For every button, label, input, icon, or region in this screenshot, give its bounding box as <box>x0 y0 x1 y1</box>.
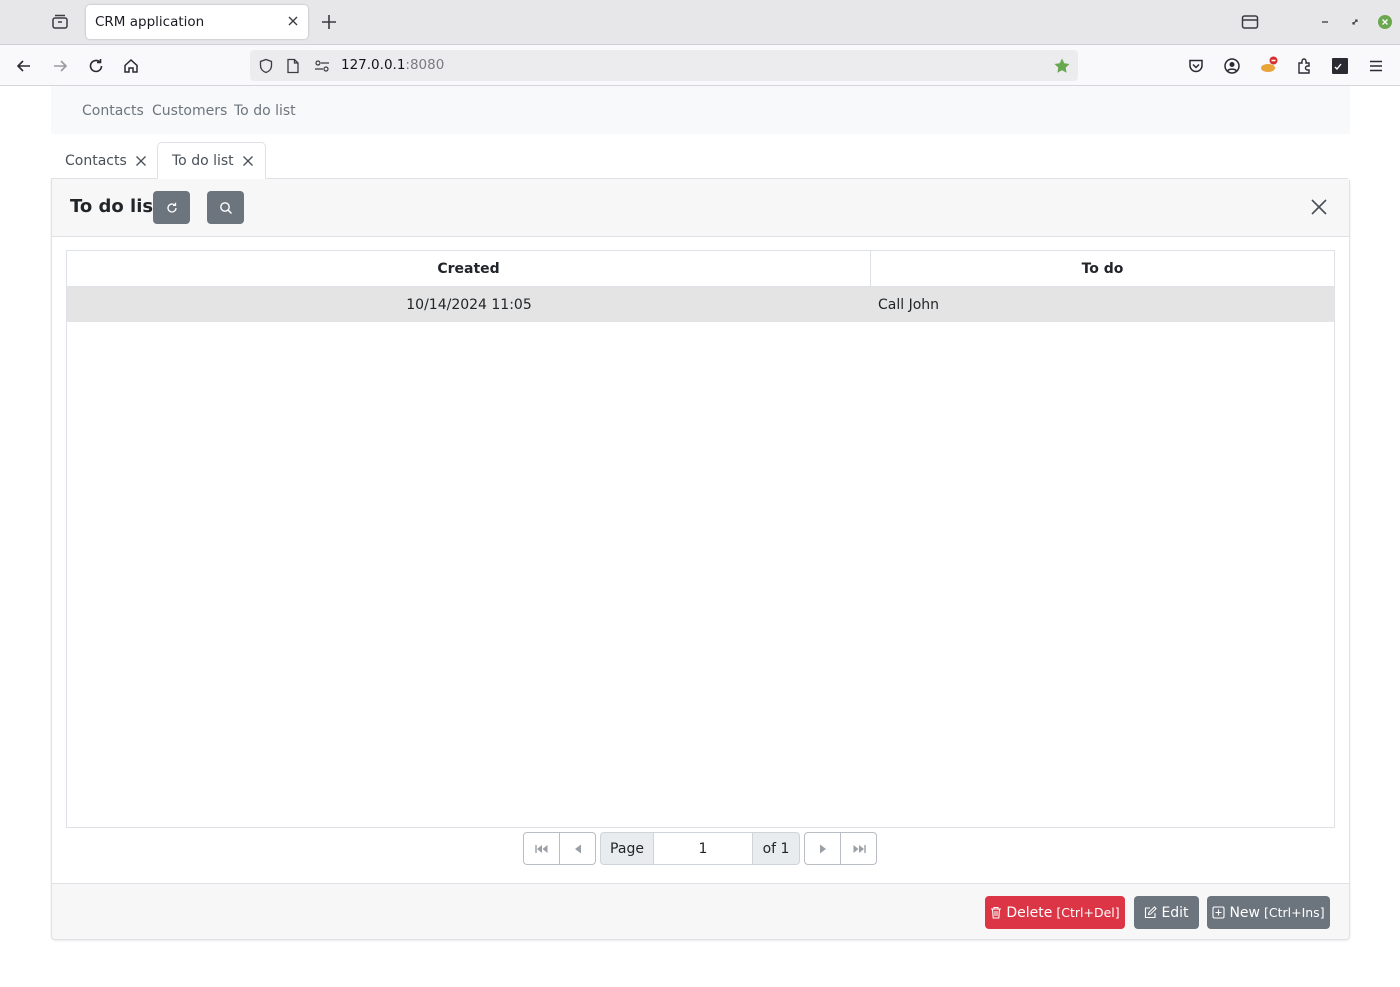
prev-page-button[interactable] <box>559 832 596 865</box>
app-navbar: Contacts Customers To do list <box>51 86 1350 134</box>
prev-page-icon <box>574 844 582 854</box>
table-row[interactable]: 10/14/2024 11:05 Call John <box>67 287 1334 322</box>
search-icon <box>219 201 233 215</box>
restore-icon[interactable] <box>1348 15 1362 29</box>
puzzle-icon[interactable] <box>1295 56 1315 76</box>
nav-contacts[interactable]: Contacts <box>82 103 144 119</box>
panel-footer: Delete [Ctrl+Del] Edit New [Ctrl+Ins] <box>52 883 1349 939</box>
trash-icon <box>990 906 1002 919</box>
minimize-icon[interactable] <box>1318 16 1332 28</box>
edit-button[interactable]: Edit <box>1134 896 1199 929</box>
refresh-icon <box>165 201 179 215</box>
delete-shortcut: [Ctrl+Del] <box>1056 905 1120 920</box>
url-port: :8080 <box>405 57 445 73</box>
next-page-button[interactable] <box>804 832 841 865</box>
plus-icon[interactable] <box>319 12 339 36</box>
forward-icon[interactable] <box>50 56 70 76</box>
panel-title: To do list <box>70 196 162 217</box>
reload-icon[interactable] <box>86 56 106 76</box>
new-label: New <box>1229 904 1260 921</box>
window-list-icon[interactable] <box>1240 13 1260 31</box>
shield-icon[interactable] <box>257 57 275 75</box>
last-page-icon <box>852 844 866 854</box>
plus-square-icon <box>1212 906 1225 919</box>
home-icon[interactable] <box>121 56 141 76</box>
close-icon[interactable] <box>287 15 299 31</box>
menu-icon[interactable] <box>1366 56 1386 76</box>
nav-customers[interactable]: Customers <box>152 103 227 119</box>
last-page-button[interactable] <box>840 832 877 865</box>
page-number-input[interactable] <box>653 832 753 865</box>
star-icon[interactable] <box>1052 56 1072 76</box>
tab-contacts[interactable]: Contacts <box>65 142 157 179</box>
selenium-icon[interactable] <box>1330 56 1350 76</box>
cell-todo: Call John <box>878 296 940 313</box>
cell-created: 10/14/2024 11:05 <box>406 296 532 313</box>
close-icon[interactable] <box>1310 198 1328 216</box>
delete-label: Delete <box>1006 904 1053 921</box>
tab-todo-list[interactable]: To do list <box>157 142 266 179</box>
pocket-icon[interactable] <box>1186 56 1206 76</box>
browser-tab-title: CRM application <box>95 14 205 30</box>
delete-button[interactable]: Delete [Ctrl+Del] <box>985 896 1125 929</box>
todo-panel: To do list Created To do 10/14/2024 11:0… <box>51 178 1350 940</box>
tab-contacts-label: Contacts <box>65 152 127 169</box>
column-header-todo[interactable]: To do <box>871 251 1334 287</box>
edit-icon <box>1144 906 1158 919</box>
account-icon[interactable] <box>1222 56 1242 76</box>
app-tab-bar: Contacts To do list <box>51 142 1350 179</box>
url-host: 127.0.0.1 <box>341 57 406 73</box>
column-header-created[interactable]: Created <box>67 251 871 287</box>
first-page-icon <box>534 844 549 854</box>
search-button[interactable] <box>207 191 244 224</box>
close-icon[interactable] <box>242 155 254 167</box>
nav-todo-list[interactable]: To do list <box>234 103 296 119</box>
page-icon[interactable] <box>285 57 301 75</box>
extension-icon[interactable] <box>1258 54 1280 76</box>
window-close-icon[interactable] <box>1377 14 1393 30</box>
page-label: Page <box>600 832 654 865</box>
browser-tab-strip: CRM application <box>0 0 1400 45</box>
new-button[interactable]: New [Ctrl+Ins] <box>1207 896 1330 929</box>
tab-overview-icon[interactable] <box>50 12 70 32</box>
page-count-label: of 1 <box>752 832 800 865</box>
next-page-icon <box>819 844 827 854</box>
browser-toolbar: 127.0.0.1:8080 <box>0 45 1400 86</box>
url-text: 127.0.0.1:8080 <box>341 57 444 73</box>
browser-tab[interactable]: CRM application <box>86 5 308 39</box>
grid-header: Created To do <box>67 251 1334 287</box>
new-shortcut: [Ctrl+Ins] <box>1263 905 1325 920</box>
pager: Page of 1 <box>523 832 877 865</box>
panel-header: To do list <box>52 179 1349 237</box>
first-page-button[interactable] <box>523 832 560 865</box>
permissions-icon[interactable] <box>313 57 331 75</box>
todo-grid: Created To do 10/14/2024 11:05 Call John <box>66 250 1335 828</box>
close-icon[interactable] <box>135 155 147 167</box>
back-icon[interactable] <box>14 56 34 76</box>
tab-todo-list-label: To do list <box>172 152 234 169</box>
url-bar[interactable]: 127.0.0.1:8080 <box>250 50 1078 81</box>
refresh-button[interactable] <box>153 191 190 224</box>
edit-label: Edit <box>1161 904 1189 921</box>
